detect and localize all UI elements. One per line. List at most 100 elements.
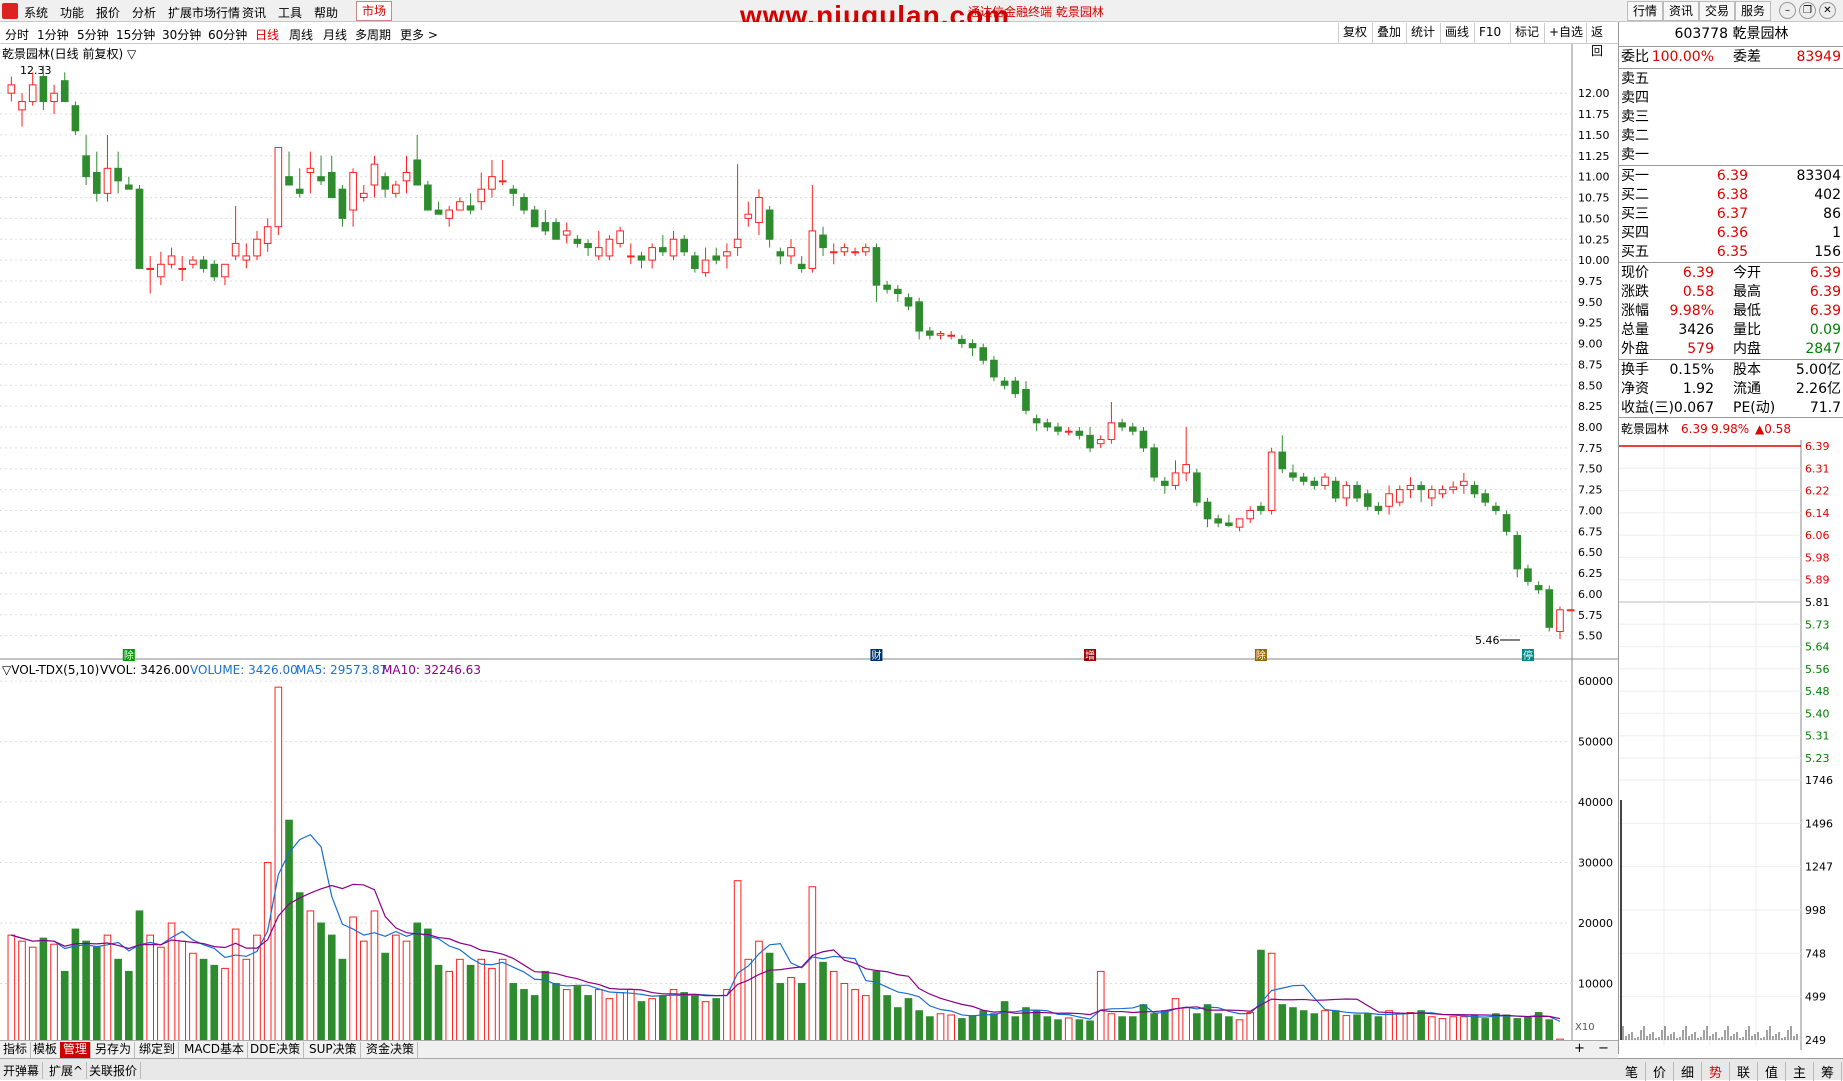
tool-mark[interactable]: 标记	[1510, 23, 1543, 43]
price-tick-label: 11.00	[1578, 171, 1610, 184]
rtab-price[interactable]: 价	[1646, 1062, 1674, 1081]
menu-item-help[interactable]: 帮助	[314, 4, 338, 21]
top-button-quote[interactable]: 行情	[1627, 1, 1664, 21]
menu-item-news[interactable]: 资讯	[242, 4, 266, 21]
kline-chart[interactable]: 12.00 11.75 11.50 11.25 11.00 10.75 10.50 10.25…	[0, 44, 1618, 1054]
candle-body	[1128, 426, 1137, 432]
top-button-news[interactable]: 资讯	[1663, 1, 1700, 21]
menu-item-quote[interactable]: 报价	[96, 4, 120, 21]
fundamental-row: 换手 0.15% 股本 5.00亿	[1619, 361, 1843, 380]
zoom-in-icon[interactable]: +	[1574, 1041, 1585, 1056]
rtab-detail[interactable]: 细	[1674, 1062, 1702, 1081]
close-icon[interactable]: ✕	[1819, 2, 1836, 19]
minimize-icon[interactable]: –	[1779, 2, 1796, 19]
menu-item-analysis[interactable]: 分析	[132, 4, 156, 21]
candle-body	[1428, 489, 1436, 499]
candle-body	[765, 209, 774, 240]
status-bar: 开弹幕 扩展^ 关联报价	[0, 1058, 1843, 1080]
tool-back[interactable]: 返回	[1586, 23, 1618, 58]
tab-bind-to[interactable]: 绑定到	[136, 1042, 180, 1058]
volume-bar	[797, 983, 806, 1045]
rtab-value[interactable]: 值	[1758, 1062, 1786, 1081]
period-tab-more[interactable]: 更多 >	[400, 26, 438, 43]
zoom-out-icon[interactable]: −	[1598, 1041, 1609, 1056]
linked-quote[interactable]: 关联报价	[86, 1062, 142, 1079]
bid-price: 6.36	[1716, 225, 1748, 241]
order-diff-label: 委差	[1733, 49, 1761, 65]
candle-body	[616, 230, 624, 244]
candle-body	[541, 222, 550, 232]
stat-label: 外盘	[1621, 341, 1649, 357]
volume-bar	[18, 940, 26, 1045]
stat-row: 外盘 579 内盘 2847	[1619, 340, 1843, 359]
rtab-bi[interactable]: 笔	[1618, 1062, 1646, 1081]
restore-icon[interactable]: ❐	[1799, 2, 1816, 19]
app-logo-icon[interactable]	[2, 3, 18, 19]
period-tab-60min[interactable]: 60分钟	[208, 26, 247, 43]
fund-value: 0.15%	[1669, 362, 1714, 378]
top-button-trade[interactable]: 交易	[1699, 1, 1736, 21]
volume-bar	[1257, 949, 1265, 1045]
volume-bar	[904, 998, 913, 1045]
period-tab-15min[interactable]: 15分钟	[116, 26, 155, 43]
menu-item-system[interactable]: 系统	[24, 4, 48, 21]
toggle-danmaku[interactable]: 开弹幕	[0, 1062, 44, 1079]
top-button-service[interactable]: 服务	[1735, 1, 1772, 21]
rtab-link[interactable]: 联	[1730, 1062, 1758, 1081]
tab-macd[interactable]: MACD基本	[181, 1042, 248, 1058]
low-price-label: 5.46	[1475, 634, 1500, 647]
period-tab-timeshare[interactable]: 分时	[5, 26, 29, 43]
volume-bar	[883, 995, 891, 1045]
candle-body	[1353, 484, 1361, 499]
rtab-trend[interactable]: 势	[1702, 1062, 1730, 1081]
period-tab-30min[interactable]: 30分钟	[162, 26, 201, 43]
tab-fund-decision[interactable]: 资金决策	[363, 1042, 419, 1058]
extend-toggle[interactable]: 扩展^	[46, 1062, 88, 1079]
tab-sup[interactable]: SUP决策	[306, 1042, 361, 1058]
candle-body	[327, 171, 336, 199]
period-tab-multi[interactable]: 多周期	[355, 26, 391, 43]
price-tick-label: 6.00	[1578, 588, 1603, 601]
volume-bar	[562, 989, 571, 1045]
tool-f10[interactable]: F10	[1474, 23, 1505, 43]
mini-vol-tick: 249	[1805, 1034, 1826, 1047]
volume-bar	[445, 970, 454, 1045]
menu-item-market[interactable]: 市场	[356, 1, 393, 21]
period-tab-weekly[interactable]: 周线	[289, 26, 313, 43]
tool-stats[interactable]: 统计	[1406, 23, 1439, 43]
tool-restore-rights[interactable]: 复权	[1338, 23, 1371, 43]
mini-price-tick: 6.39	[1805, 440, 1830, 453]
menu-item-function[interactable]: 功能	[60, 4, 84, 21]
bid-volume: 83304	[1796, 168, 1841, 184]
period-tab-5min[interactable]: 5分钟	[77, 26, 109, 43]
mini-price-tick: 6.14	[1805, 507, 1830, 520]
event-marker-label: 除	[1256, 649, 1266, 662]
tool-overlay[interactable]: 叠加	[1372, 23, 1405, 43]
volume-bar	[1385, 1010, 1393, 1045]
rtab-chips[interactable]: 筹	[1814, 1062, 1842, 1081]
stat-row: 总量 3426 量比 0.09	[1619, 321, 1843, 340]
mini-price-tick: 6.22	[1805, 485, 1830, 498]
period-tab-1min[interactable]: 1分钟	[37, 26, 69, 43]
tab-save-as[interactable]: 另存为	[92, 1042, 136, 1058]
candle-body	[1075, 430, 1084, 436]
intraday-mini-chart[interactable]: 6.39 6.31 6.22 6.14 6.06 5.98 5.89 5.81 5.73 5.64…	[1619, 440, 1843, 1054]
period-tab-monthly[interactable]: 月线	[323, 26, 347, 43]
candle-body	[1331, 480, 1340, 499]
tab-indicator[interactable]: 指标	[0, 1042, 32, 1058]
period-tab-daily[interactable]: 日线	[255, 26, 279, 43]
rtab-main[interactable]: 主	[1786, 1062, 1814, 1081]
candle-body	[573, 238, 582, 244]
tab-dde[interactable]: DDE决策	[247, 1042, 305, 1058]
menu-item-tools[interactable]: 工具	[278, 4, 302, 21]
tool-draw[interactable]: 画线	[1440, 23, 1473, 43]
menu-item-ext-market[interactable]: 扩展市场行情	[168, 4, 240, 21]
candle-body	[1278, 451, 1287, 470]
volume-bar	[691, 995, 699, 1045]
candle-body	[146, 267, 154, 270]
tab-template[interactable]: 模板	[30, 1042, 62, 1058]
tab-manage[interactable]: 管理	[60, 1042, 92, 1058]
tool-add-watchlist[interactable]: +自选	[1544, 23, 1587, 43]
bid-row: 买一 6.39 83304	[1619, 167, 1843, 186]
volume-bar	[466, 964, 475, 1045]
